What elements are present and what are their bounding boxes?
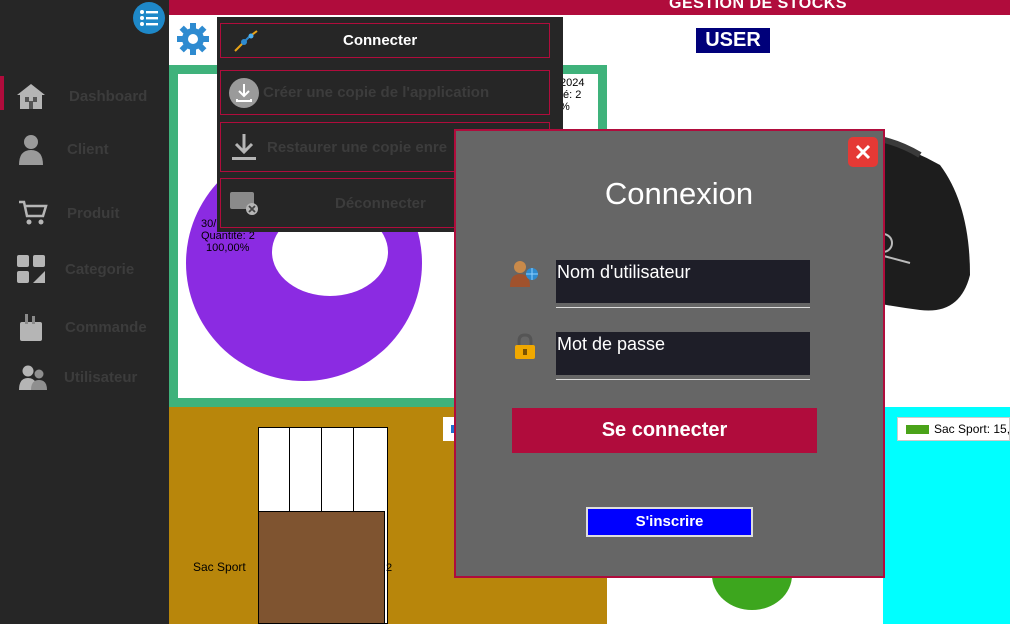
gear-icon	[177, 23, 209, 55]
menu-item-label: Connecter	[343, 32, 418, 49]
download-circle-icon	[227, 76, 261, 110]
lock-icon	[512, 333, 544, 365]
password-field[interactable]: Mot de passe	[556, 332, 810, 375]
menu-item-creer-copie[interactable]: Créer une copie de l'application	[220, 70, 550, 115]
menu-item-connecter[interactable]: Connecter	[220, 23, 550, 58]
sidebar-item-produit[interactable]: Produit	[0, 191, 169, 235]
page-title: GESTION DE STOCKS	[669, 0, 848, 12]
close-button[interactable]	[848, 137, 878, 167]
username-field[interactable]: Nom d'utilisateur	[556, 260, 810, 303]
tiles-icon	[14, 252, 48, 286]
bar-sac-sport	[258, 511, 385, 624]
sidebar-item-label: Categorie	[65, 260, 135, 278]
person-icon	[14, 132, 48, 166]
users-icon	[16, 360, 50, 394]
cart-icon	[16, 196, 50, 230]
sidebar-item-label: Utilisateur	[64, 368, 138, 386]
app-window: Dashboard Client Produit Categorie Comma	[0, 0, 1010, 624]
sidebar-item-label: Produit	[67, 204, 120, 222]
user-badge: USER	[696, 28, 770, 53]
sidebar-item-dashboard[interactable]: Dashboard	[0, 74, 169, 118]
house-icon	[14, 79, 48, 113]
settings-button[interactable]	[176, 22, 210, 56]
title-bar: GESTION DE STOCKS	[169, 0, 1010, 15]
sidebar-item-commande[interactable]: Commande	[0, 305, 169, 349]
bar-category-label: Sac Sport	[193, 560, 246, 574]
download-icon	[227, 130, 261, 164]
close-icon	[855, 144, 871, 160]
login-title: Connexion	[604, 176, 754, 211]
sidebar-item-categorie[interactable]: Categorie	[0, 247, 169, 291]
menu-item-label: Créer une copie de l'application	[263, 84, 490, 101]
sidebar-item-label: Dashboard	[69, 87, 148, 105]
menu-item-label: Déconnecter	[335, 194, 426, 212]
menu-toggle-button[interactable]	[133, 2, 165, 34]
pie-legend: Sac Sport: 15,00	[897, 417, 1010, 441]
legend-swatch	[906, 424, 929, 434]
menu-item-label: Restaurer une copie enre	[267, 138, 448, 156]
login-submit-button[interactable]: Se connecter	[512, 408, 817, 453]
list-icon	[140, 10, 158, 26]
disconnect-icon	[227, 186, 261, 220]
plug-icon	[229, 24, 263, 58]
shopping-bag-icon	[14, 310, 48, 344]
user-globe-icon	[508, 257, 540, 289]
bar-value-label: 2	[386, 562, 393, 574]
sidebar-item-label: Commande	[65, 318, 147, 336]
signup-button[interactable]: S'inscrire	[586, 507, 753, 537]
sidebar: Dashboard Client Produit Categorie Comma	[0, 0, 169, 624]
sidebar-item-utilisateur[interactable]: Utilisateur	[0, 355, 169, 399]
legend-label: Sac Sport: 15,00	[934, 422, 1010, 436]
sidebar-item-label: Client	[67, 140, 109, 158]
sidebar-item-client[interactable]: Client	[0, 127, 169, 171]
donut-data-label-right: 2024 té: 2 %	[560, 77, 585, 113]
